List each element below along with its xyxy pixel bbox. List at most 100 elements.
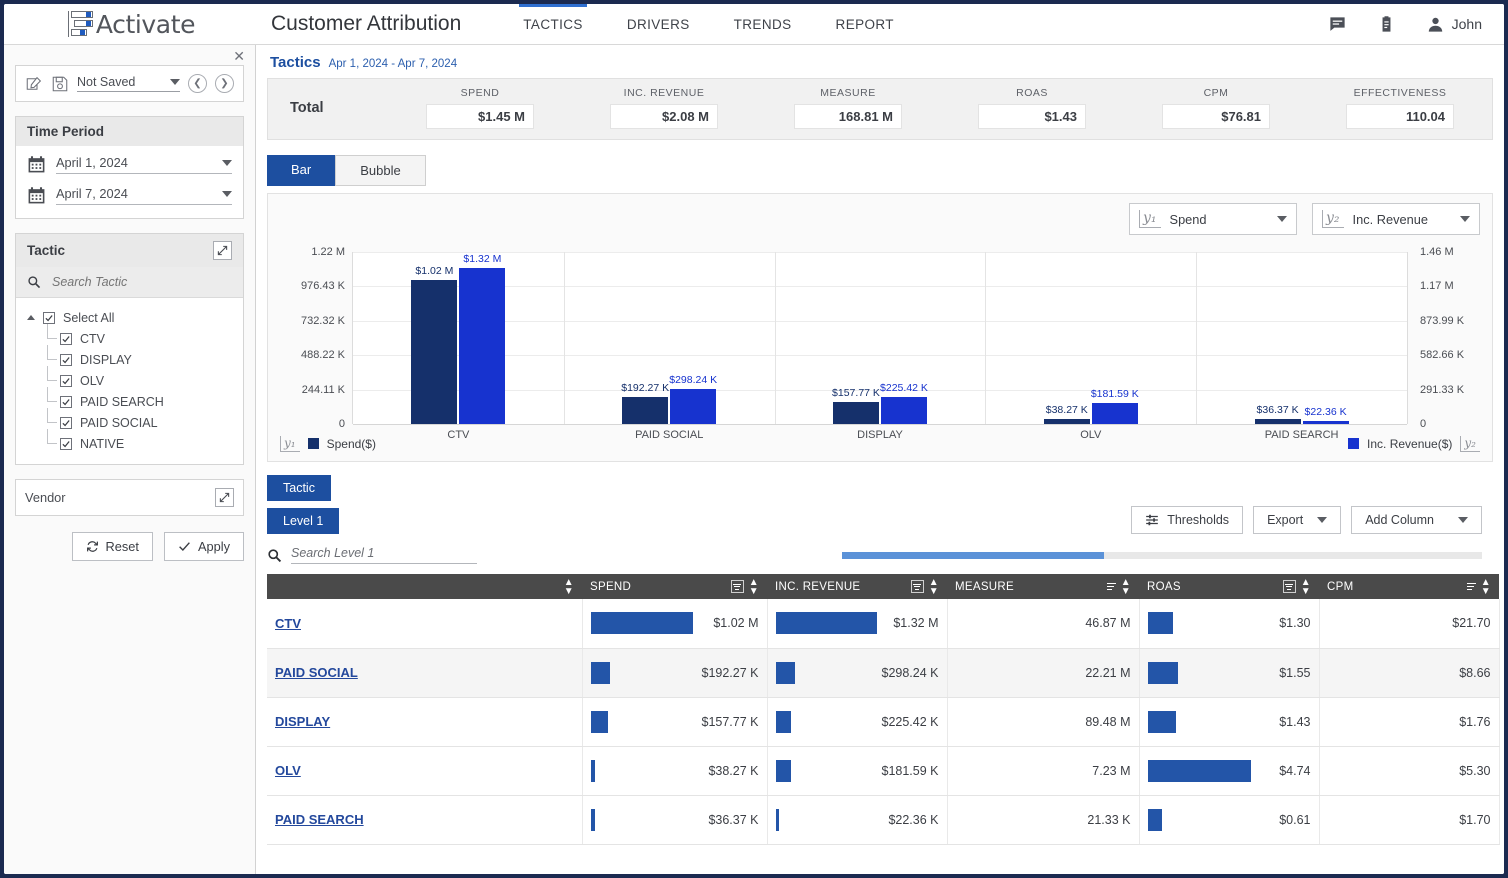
bar-spend-display[interactable]: $157.77 K	[832, 387, 880, 424]
col-header-spend[interactable]: SPEND ▲ ▼	[582, 574, 767, 599]
checkbox-native[interactable]	[60, 437, 72, 450]
checkbox-ctv[interactable]	[60, 332, 72, 345]
row-link-ctv[interactable]: CTV	[275, 616, 301, 631]
chat-icon[interactable]	[1328, 15, 1347, 34]
export-button[interactable]: Export	[1253, 506, 1342, 534]
expand-tactic-icon[interactable]	[213, 241, 232, 260]
checkbox-paid-search[interactable]	[60, 395, 72, 408]
col-header-inc-revenue[interactable]: INC. REVENUE ▲ ▼	[767, 574, 947, 599]
nav-tab-report[interactable]: REPORT	[814, 4, 916, 44]
vendor-filter-section[interactable]: Vendor	[15, 479, 244, 516]
cell-value: $21.70	[1452, 616, 1491, 631]
bar-spend-ctv[interactable]: $1.02 M	[411, 265, 458, 424]
y2-value: Inc. Revenue	[1352, 211, 1428, 227]
col-header-measure[interactable]: MEASURE ▲ ▼	[947, 574, 1139, 599]
add-column-button[interactable]: Add Column	[1351, 506, 1482, 534]
table-search-input[interactable]: Search Level 1	[291, 546, 477, 564]
edit-icon[interactable]	[25, 75, 43, 93]
table-row[interactable]: PAID SEARCH $36.37 K $22.36 K 21.33 K $0…	[267, 795, 1500, 845]
checkbox-display[interactable]	[60, 353, 72, 366]
scrollbar-thumb[interactable]	[842, 551, 1105, 559]
tree-label: NATIVE	[80, 436, 125, 451]
filter-icon[interactable]	[1282, 580, 1296, 593]
sort-icon[interactable]: ▲ ▼	[1121, 577, 1131, 596]
data-table: ▲ ▼ SPEND ▲ ▼ INC. REVENUE ▲ ▼ MEASURE ▲ ▼ ROAS…	[267, 574, 1500, 845]
sort-icon[interactable]: ▲ ▼	[1481, 577, 1491, 596]
cell-measure: 89.48 M	[947, 697, 1140, 747]
bar-revenue-olv[interactable]: $181.59 K	[1091, 388, 1139, 424]
bar-spend-paid-social[interactable]: $192.27 K	[621, 382, 669, 424]
end-date-field[interactable]: April 7, 2024	[56, 186, 232, 205]
filter-icon[interactable]	[730, 580, 744, 593]
bar-revenue-ctv[interactable]: $1.32 M	[459, 253, 506, 424]
table-row[interactable]: OLV $38.27 K $181.59 K 7.23 M $4.74 $5.3…	[267, 746, 1500, 796]
bar-revenue-display[interactable]: $225.42 K	[880, 382, 928, 424]
tab-level-1[interactable]: Level 1	[267, 508, 340, 534]
col-header-cpm[interactable]: CPM ▲ ▼	[1319, 574, 1499, 599]
tree-label: DISPLAY	[80, 352, 132, 367]
col-header-name[interactable]: ▲ ▼	[267, 574, 582, 599]
legend-spend[interactable]: y₁ Spend($)	[280, 435, 376, 452]
collapse-triangle-icon[interactable]	[27, 315, 35, 320]
metric-value: 168.81 M	[794, 104, 902, 129]
time-period-title: Time Period	[16, 117, 243, 146]
save-icon[interactable]	[51, 75, 69, 93]
nav-tab-drivers[interactable]: DRIVERS	[605, 4, 712, 44]
tab-bar-chart[interactable]: Bar	[267, 155, 336, 186]
tab-bubble-chart[interactable]: Bubble	[335, 155, 426, 186]
checkbox-select-all[interactable]	[43, 311, 55, 324]
inline-bar	[1147, 759, 1251, 782]
bar-revenue-paid-search[interactable]: $22.36 K	[1302, 406, 1349, 424]
inline-bar	[590, 661, 610, 684]
filter-sidebar: ✕ Not Saved ❮ ❯ Time Period April 1, 202…	[4, 45, 256, 874]
nav-tab-trends[interactable]: TRENDS	[712, 4, 814, 44]
sort-icon[interactable]: ▲ ▼	[1301, 577, 1311, 596]
saved-view-select[interactable]: Not Saved	[77, 75, 180, 92]
nav-tab-tactics[interactable]: TACTICS	[501, 4, 605, 44]
tactic-search-input[interactable]	[50, 274, 232, 290]
chevron-down-icon	[170, 79, 180, 85]
checkbox-olv[interactable]	[60, 374, 72, 387]
tab-tactic[interactable]: Tactic	[267, 475, 331, 501]
cell-inc-revenue: $181.59 K	[767, 746, 948, 796]
checkbox-paid-social[interactable]	[60, 416, 72, 429]
bar-spend-paid-search[interactable]: $36.37 K	[1254, 404, 1301, 424]
reset-button[interactable]: Reset	[71, 532, 153, 561]
start-date-field[interactable]: April 1, 2024	[56, 155, 232, 174]
bar-spend-olv[interactable]: $38.27 K	[1043, 404, 1090, 424]
table-row[interactable]: DISPLAY $157.77 K $225.42 K 89.48 M $1.4…	[267, 697, 1500, 747]
clipboard-icon[interactable]	[1377, 15, 1396, 34]
cell-value: $5.30	[1459, 763, 1491, 778]
top-bar-actions: John	[1328, 15, 1504, 34]
cell-roas: $1.43	[1139, 697, 1320, 747]
col-header-roas[interactable]: ROAS ▲ ▼	[1139, 574, 1319, 599]
cell-value: $1.55	[1279, 665, 1311, 680]
row-link-paid-search[interactable]: PAID SEARCH	[275, 812, 364, 827]
filter-icon[interactable]	[910, 580, 924, 593]
cell-value: 89.48 M	[1085, 714, 1131, 729]
row-link-paid-social[interactable]: PAID SOCIAL	[275, 665, 358, 680]
expand-vendor-icon[interactable]	[215, 488, 234, 507]
sort-icon[interactable]: ▲ ▼	[929, 577, 939, 596]
thresholds-button[interactable]: Thresholds	[1131, 506, 1244, 534]
filter-icon[interactable]	[1466, 583, 1476, 590]
table-row[interactable]: CTV $1.02 M $1.32 M 46.87 M $1.30 $21.70	[267, 599, 1500, 649]
sort-icon[interactable]: ▲ ▼	[749, 577, 759, 596]
row-link-olv[interactable]: OLV	[275, 763, 301, 778]
row-link-display[interactable]: DISPLAY	[275, 714, 330, 729]
legend-inc-revenue[interactable]: Inc. Revenue($) y₂	[1348, 435, 1480, 452]
bar-revenue-paid-social[interactable]: $298.24 K	[669, 374, 717, 424]
apply-button[interactable]: Apply	[163, 532, 244, 561]
close-sidebar-icon[interactable]: ✕	[233, 49, 245, 63]
previous-view-button[interactable]: ❮	[188, 74, 207, 93]
horizontal-scrollbar[interactable]	[842, 551, 1482, 559]
sort-icon[interactable]: ▲ ▼	[564, 577, 574, 596]
table-row[interactable]: PAID SOCIAL $192.27 K $298.24 K 22.21 M …	[267, 648, 1500, 698]
bar-label: $36.37 K	[1256, 403, 1299, 416]
y1-metric-select[interactable]: y₁ Spend	[1129, 203, 1297, 235]
filter-icon[interactable]	[1106, 583, 1116, 590]
y2-metric-select[interactable]: y₂ Inc. Revenue	[1312, 203, 1480, 235]
next-view-button[interactable]: ❯	[215, 74, 234, 93]
tree-node-native[interactable]: NATIVE	[16, 429, 243, 454]
user-menu[interactable]: John	[1426, 15, 1482, 34]
